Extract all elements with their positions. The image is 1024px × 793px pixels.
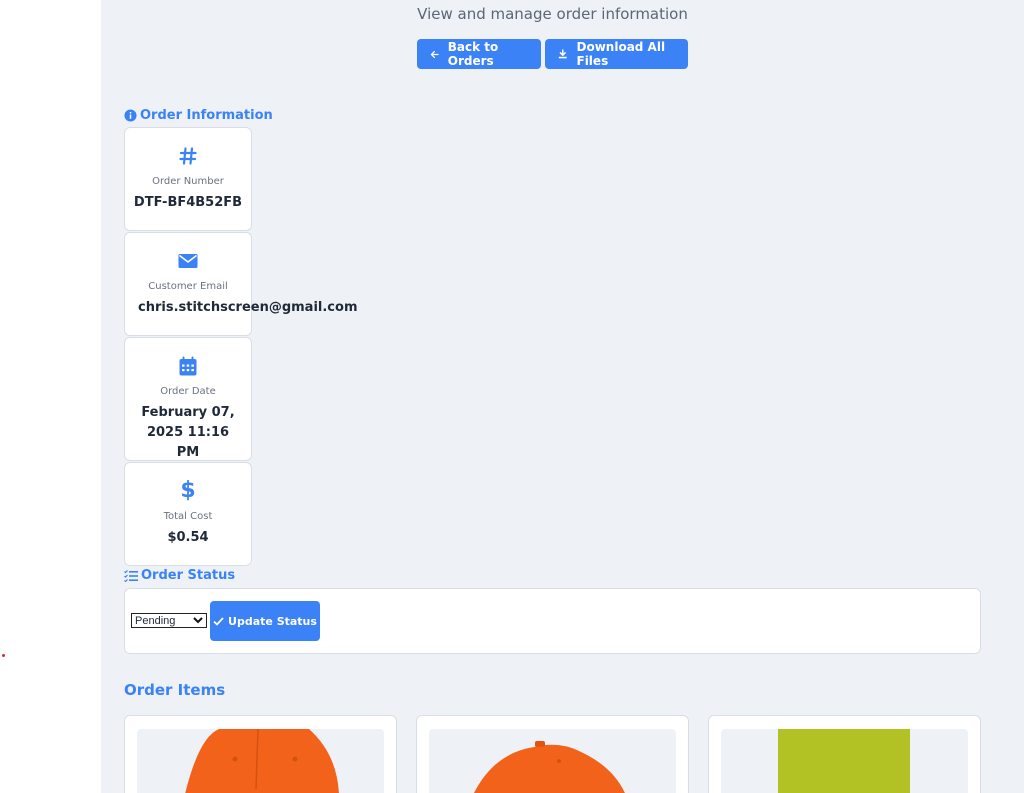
order-date-value: February 07, 2025 11:16 PM xyxy=(141,405,235,460)
product-image-lime-fabric xyxy=(721,729,968,793)
order-number-label: Order Number xyxy=(152,176,224,187)
order-item-card[interactable] xyxy=(708,715,981,793)
calendar-icon xyxy=(125,355,251,377)
update-status-label: Update Status xyxy=(228,614,317,628)
order-items-heading: Order Items xyxy=(124,681,226,699)
dollar-icon: $ xyxy=(180,478,196,503)
order-date-label: Order Date xyxy=(160,386,216,397)
customer-email-card: Customer Email chris.stitchscreen@gmail.… xyxy=(124,232,358,336)
download-all-files-button[interactable]: Download All Files xyxy=(545,39,688,69)
order-status-heading: Order Status xyxy=(124,568,235,583)
download-icon xyxy=(558,49,567,59)
order-item-card[interactable] xyxy=(124,715,397,793)
status-select[interactable]: Pending xyxy=(131,613,207,628)
back-to-orders-label: Back to Orders xyxy=(447,40,499,68)
order-information-heading: Order Information xyxy=(124,108,273,123)
action-buttons: Back to Orders Download All Files xyxy=(417,39,688,69)
download-all-files-label: Download All Files xyxy=(576,40,666,68)
order-information-title: Order Information xyxy=(140,108,273,123)
left-sidebar xyxy=(0,0,101,793)
product-image-orange-cap-side xyxy=(429,729,676,793)
marker-dot xyxy=(2,654,5,657)
info-icon xyxy=(124,109,137,122)
update-status-button[interactable]: Update Status xyxy=(210,601,320,641)
customer-email-label: Customer Email xyxy=(148,281,228,292)
main-content: View and manage order information Back t… xyxy=(101,0,1024,793)
chevron-down-icon xyxy=(193,617,203,624)
total-cost-value: $0.54 xyxy=(167,530,209,545)
status-select-value: Pending xyxy=(135,614,176,627)
total-cost-card: $ Total Cost $0.54 xyxy=(124,462,252,566)
total-cost-label: Total Cost xyxy=(163,511,213,522)
product-image-orange-cap xyxy=(137,729,384,793)
order-date-card: Order Date February 07, 2025 11:16 PM xyxy=(124,337,252,461)
back-to-orders-button[interactable]: Back to Orders xyxy=(417,39,541,69)
order-number-card: Order Number DTF-BF4B52FB xyxy=(124,127,252,231)
arrow-left-icon xyxy=(430,50,439,58)
page-subtitle: View and manage order information xyxy=(417,5,688,23)
order-number-value: DTF-BF4B52FB xyxy=(133,195,243,210)
check-icon xyxy=(213,616,224,626)
envelope-icon xyxy=(125,250,251,272)
hash-icon xyxy=(125,145,251,167)
order-item-card[interactable] xyxy=(416,715,689,793)
customer-email-value: chris.stitchscreen@gmail.com xyxy=(138,300,358,315)
list-check-icon xyxy=(124,569,138,582)
order-status-title: Order Status xyxy=(141,568,236,583)
order-status-panel: Pending Update Status xyxy=(124,588,981,654)
